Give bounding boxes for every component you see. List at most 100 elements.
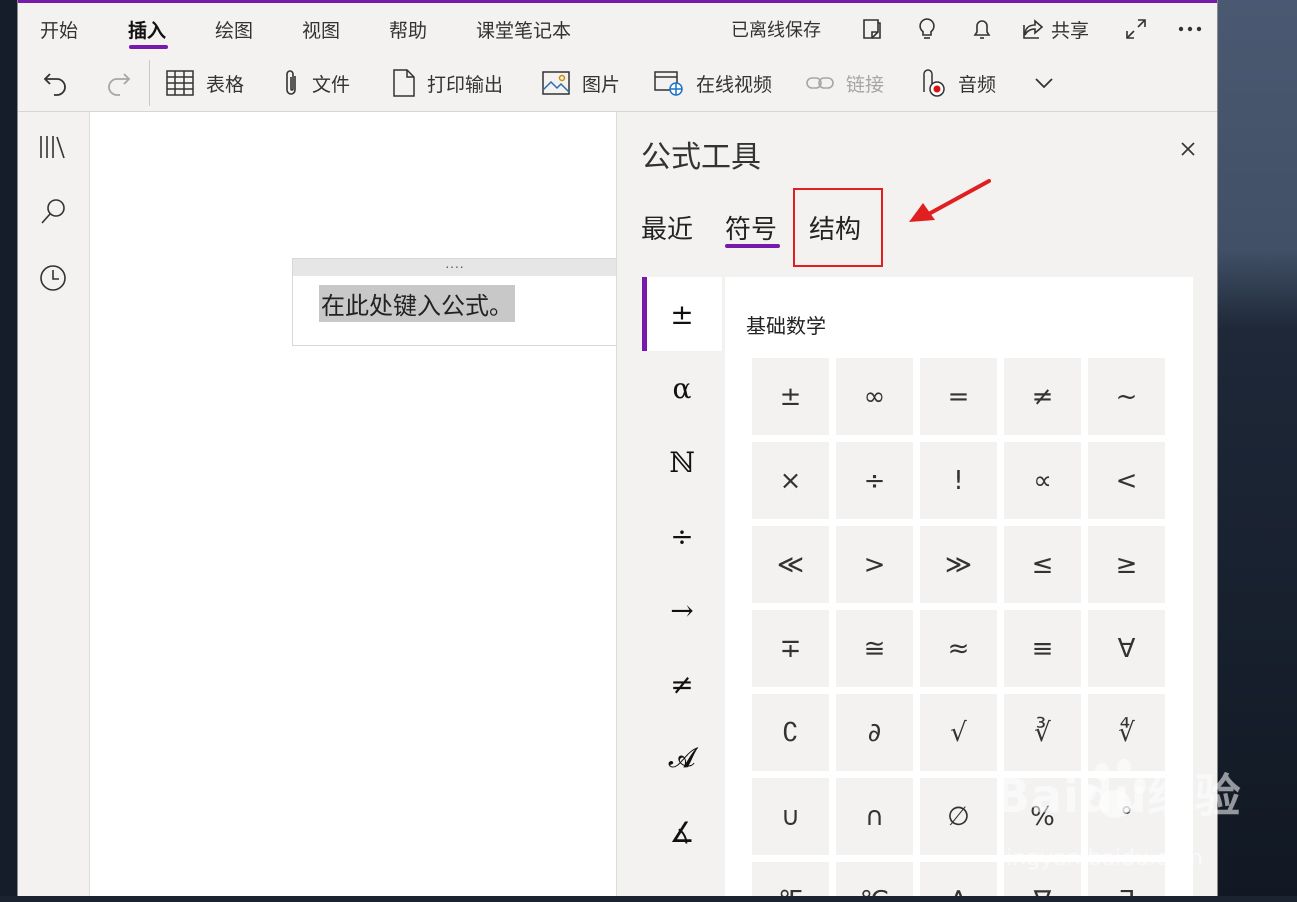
online-video-label: 在线视频 (696, 73, 773, 96)
symbol-button[interactable]: ≠ (1004, 358, 1081, 435)
symbol-button[interactable]: ∆ (920, 862, 997, 896)
search-icon[interactable] (38, 197, 68, 227)
insert-online-video-button[interactable]: 在线视频 (654, 66, 772, 100)
category-geometry[interactable]: ∡ (642, 795, 722, 869)
symbol-button[interactable]: ~ (1088, 358, 1165, 435)
category-operators[interactable]: ÷ (642, 499, 722, 573)
category-letter-like[interactable]: ℕ (642, 425, 722, 499)
insert-printout-button[interactable]: 打印输出 (393, 66, 503, 100)
active-pane-tab-indicator (725, 244, 780, 248)
picture-label: 图片 (582, 73, 621, 96)
symbol-button[interactable]: ± (752, 358, 829, 435)
tab-view[interactable]: 视图 (302, 16, 340, 43)
undo-button[interactable] (42, 66, 70, 100)
close-icon (1181, 142, 1195, 156)
chevron-down-icon (1035, 78, 1053, 89)
bell-icon[interactable] (967, 14, 997, 44)
symbol-button[interactable]: ∪ (752, 778, 829, 855)
symbol-button[interactable]: ℉ (752, 862, 829, 896)
category-arrows[interactable]: → (642, 573, 722, 647)
symbol-button[interactable]: ≥ (1088, 526, 1165, 603)
symbol-button[interactable]: ! (920, 442, 997, 519)
category-label: → (670, 593, 694, 627)
category-greek[interactable]: α (642, 351, 722, 425)
tab-help[interactable]: 帮助 (389, 16, 427, 43)
category-label: ≠ (670, 667, 694, 701)
desktop-background-bottom (0, 896, 1297, 902)
symbol-button[interactable]: ≡ (1004, 610, 1081, 687)
category-label: ∡ (669, 815, 695, 849)
category-label: ÷ (670, 519, 694, 553)
symbol-button[interactable]: > (836, 526, 913, 603)
category-label: ℕ (669, 445, 695, 479)
notebooks-icon[interactable] (38, 132, 68, 162)
save-status: 已离线保存 (731, 20, 821, 41)
symbol-button[interactable]: ≤ (1004, 526, 1081, 603)
symbol-button[interactable]: < (1088, 442, 1165, 519)
tab-home[interactable]: 开始 (40, 16, 78, 43)
table-icon (166, 70, 194, 96)
more-tools-button[interactable] (1034, 66, 1054, 100)
symbol-button[interactable]: ∀ (1088, 610, 1165, 687)
document-icon (393, 69, 415, 97)
insert-audio-button[interactable]: 音频 (920, 66, 996, 100)
symbol-button[interactable]: ∂ (836, 694, 913, 771)
page-canvas[interactable]: .... 在此处键入公式。 (90, 112, 617, 896)
symbol-button[interactable]: ≪ (752, 526, 829, 603)
more-options-icon[interactable] (1175, 14, 1205, 44)
category-label: ± (670, 297, 694, 331)
recent-clock-icon[interactable] (38, 263, 68, 293)
symbol-button[interactable]: ∅ (920, 778, 997, 855)
watermark-logo: Baidu经验 (995, 769, 1242, 823)
category-scripts[interactable]: 𝓐 (642, 721, 722, 795)
insert-file-button[interactable]: 文件 (282, 66, 350, 100)
section-title: 基础数学 (746, 314, 826, 338)
insert-table-button[interactable]: 表格 (166, 66, 244, 100)
symbol-button[interactable]: × (752, 442, 829, 519)
symbol-button[interactable]: ∁ (752, 694, 829, 771)
symbol-button[interactable]: ≈ (920, 610, 997, 687)
table-label: 表格 (206, 73, 245, 96)
equation-container[interactable]: .... 在此处键入公式。 (292, 258, 617, 346)
tab-draw[interactable]: 绘图 (215, 16, 253, 43)
highlight-box (793, 188, 883, 267)
audio-record-icon (923, 69, 945, 97)
container-drag-handle[interactable]: .... (293, 258, 617, 276)
symbol-button[interactable]: = (920, 358, 997, 435)
insert-link-button[interactable]: 链接 (806, 66, 884, 100)
notebook-page-icon[interactable] (857, 14, 887, 44)
insert-picture-button[interactable]: 图片 (542, 66, 620, 100)
symbol-button[interactable]: ℃ (836, 862, 913, 896)
toolbar-divider (149, 60, 150, 106)
lightbulb-icon[interactable] (912, 14, 942, 44)
symbol-button[interactable]: ∩ (836, 778, 913, 855)
undo-icon (43, 73, 66, 96)
symbol-button[interactable]: ÷ (836, 442, 913, 519)
category-negated-relations[interactable]: ≠ (642, 647, 722, 721)
paperclip-icon (286, 70, 296, 95)
tab-symbols[interactable]: 符号 (725, 209, 777, 246)
active-tab-indicator (129, 45, 168, 49)
equation-input[interactable]: 在此处键入公式。 (319, 285, 515, 322)
close-pane-button[interactable] (1173, 134, 1203, 164)
annotation-arrow (909, 179, 991, 222)
symbol-button[interactable]: ≅ (836, 610, 913, 687)
tab-class-notebook[interactable]: 课堂笔记本 (476, 16, 571, 43)
file-label: 文件 (312, 73, 351, 96)
pane-title: 公式工具 (641, 140, 761, 175)
printout-label: 打印输出 (427, 73, 504, 96)
watermark-url: jingyan.baidu.com (1000, 846, 1204, 871)
tab-recent[interactable]: 最近 (641, 209, 693, 246)
share-icon[interactable] (1018, 14, 1048, 44)
symbol-button[interactable]: ∓ (752, 610, 829, 687)
symbol-button[interactable]: √ (920, 694, 997, 771)
category-basic-math[interactable]: ± (642, 277, 722, 351)
redo-button[interactable] (104, 66, 132, 100)
symbol-button[interactable]: ≫ (920, 526, 997, 603)
link-label: 链接 (846, 73, 885, 96)
symbol-button[interactable]: ∞ (836, 358, 913, 435)
symbol-button[interactable]: ∝ (1004, 442, 1081, 519)
share-button[interactable]: 共享 (1051, 16, 1089, 43)
fullscreen-icon[interactable] (1121, 14, 1151, 44)
tab-insert[interactable]: 插入 (128, 16, 166, 43)
